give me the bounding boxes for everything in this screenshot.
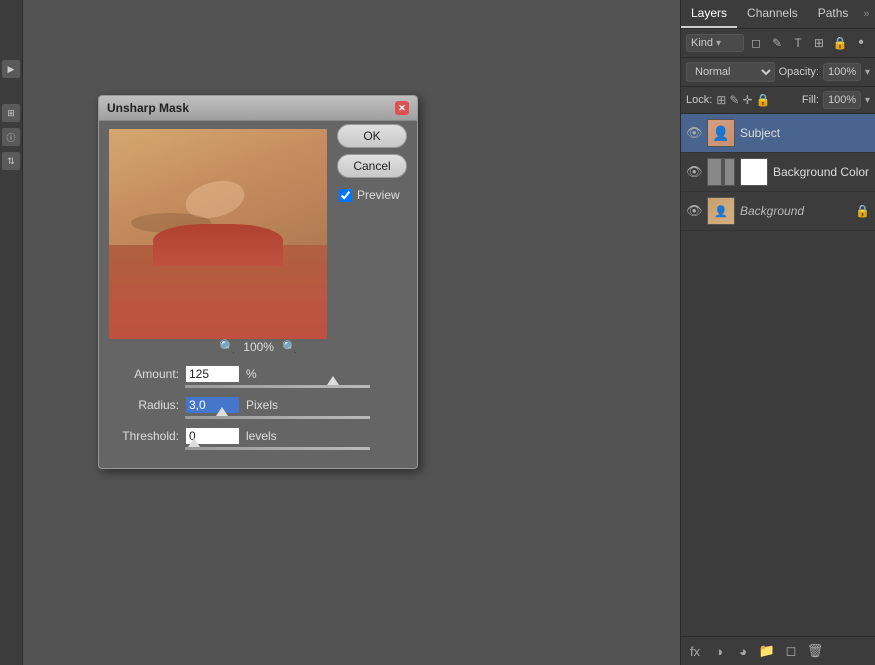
threshold-unit: levels xyxy=(246,429,277,443)
dialog-preview xyxy=(109,129,327,339)
layer-eye-subject[interactable]: 👁 xyxy=(686,125,702,141)
opacity-input[interactable] xyxy=(823,63,861,81)
lock-fill-row: Lock: ⊞ ✎ ✛ 🔒 Fill: ▾ xyxy=(681,87,875,114)
preview-label: Preview xyxy=(357,188,400,202)
lock-draw-icon[interactable]: ✎ xyxy=(729,93,739,107)
layer-thumb-bg-color xyxy=(707,158,735,186)
threshold-label: Threshold: xyxy=(109,429,179,443)
amount-label: Amount: xyxy=(109,367,179,381)
unsharp-mask-dialog: Unsharp Mask ✕ 🔍 100% 🔍 xyxy=(98,95,418,469)
filter-smart-icon[interactable]: 🔒 xyxy=(831,34,849,52)
layer-row-background[interactable]: 👁 👤 Background 🔒 xyxy=(681,192,875,231)
filter-type-icon[interactable]: T xyxy=(789,34,807,52)
toolbar-tool-1[interactable]: ▶ xyxy=(2,60,20,78)
layer-thumb-bg-color-mask xyxy=(740,158,768,186)
layer-name-subject: Subject xyxy=(740,126,870,140)
lock-move-icon[interactable]: ✛ xyxy=(742,93,752,107)
amount-slider[interactable] xyxy=(185,385,370,388)
double-arrow-icon[interactable]: » xyxy=(858,4,874,24)
layer-eye-bg-color[interactable]: 👁 xyxy=(686,164,702,180)
fill-label: Fill: xyxy=(802,94,819,106)
dialog-titlebar: Unsharp Mask ✕ xyxy=(99,96,417,121)
lock-icons: ⊞ ✎ ✛ 🔒 xyxy=(716,93,798,107)
tab-paths[interactable]: Paths xyxy=(808,0,859,28)
radius-slider-row xyxy=(109,416,407,421)
dialog-title: Unsharp Mask xyxy=(107,101,189,115)
main-area: Unsharp Mask ✕ 🔍 100% 🔍 xyxy=(23,0,875,665)
canvas-area: Unsharp Mask ✕ 🔍 100% 🔍 xyxy=(23,0,680,665)
lock-pixel-icon[interactable]: ⊞ xyxy=(716,93,726,107)
toolbar-tool-4[interactable]: ⇅ xyxy=(2,152,20,170)
delete-layer-button[interactable]: 🗑 xyxy=(805,641,825,661)
zoom-bar: 🔍 100% 🔍 xyxy=(109,339,407,355)
amount-param-row: Amount: % xyxy=(109,365,407,390)
layer-thumb-background: 👤 xyxy=(707,197,735,225)
zoom-in-icon[interactable]: 🔍 xyxy=(282,340,297,354)
layers-list: 👁 👤 Subject 👁 Background C xyxy=(681,114,875,636)
tab-layers[interactable]: Layers xyxy=(681,0,737,28)
tab-channels[interactable]: Channels xyxy=(737,0,808,28)
threshold-slider-row xyxy=(109,447,407,452)
fill-arrow[interactable]: ▾ xyxy=(865,95,870,106)
create-group-button[interactable]: 📁 xyxy=(757,641,777,661)
radius-slider[interactable] xyxy=(185,416,370,419)
fill-input[interactable] xyxy=(823,91,861,109)
panel-tabs-group: Layers Channels Paths xyxy=(681,0,858,28)
layer-thumb-subject: 👤 xyxy=(707,119,735,147)
filter-dot-icon[interactable]: • xyxy=(852,34,870,52)
lock-label: Lock: xyxy=(686,94,712,106)
panel-bottom-bar: fx ◑ ◕ 📁 ◻ 🗑 xyxy=(681,636,875,665)
params-section: Amount: % xyxy=(109,365,407,452)
layer-row-subject[interactable]: 👁 👤 Subject xyxy=(681,114,875,153)
panel-tools-row: Kind ▾ ◻ ✎ T ⊞ 🔒 • xyxy=(681,29,875,58)
radius-param-row: Radius: Pixels xyxy=(109,396,407,421)
threshold-param-row: Threshold: levels xyxy=(109,427,407,452)
layer-name-bg-color: Background Color xyxy=(773,165,870,179)
ok-button[interactable]: OK xyxy=(337,124,407,148)
layer-eye-background[interactable]: 👁 xyxy=(686,203,702,219)
blend-mode-select[interactable]: Normal xyxy=(686,62,775,82)
filter-shape-icon[interactable]: ⊞ xyxy=(810,34,828,52)
layer-name-background: Background xyxy=(740,204,850,218)
cancel-button[interactable]: Cancel xyxy=(337,154,407,178)
amount-input[interactable] xyxy=(185,365,240,383)
kind-label: Kind xyxy=(691,37,713,49)
dialog-close-button[interactable]: ✕ xyxy=(395,101,409,115)
left-toolbar: ▶ ⊞ ⓘ ⇅ xyxy=(0,0,23,665)
opacity-label: Opacity: xyxy=(779,66,819,78)
amount-unit: % xyxy=(246,367,257,381)
radius-label: Radius: xyxy=(109,398,179,412)
layer-row-bg-color[interactable]: 👁 Background Color xyxy=(681,153,875,192)
kind-select[interactable]: Kind ▾ xyxy=(686,34,744,52)
zoom-value: 100% xyxy=(243,340,274,354)
toolbar-tool-2[interactable]: ⊞ xyxy=(2,104,20,122)
zoom-out-icon[interactable]: 🔍 xyxy=(219,339,235,355)
filter-pixel-icon[interactable]: ◻ xyxy=(747,34,765,52)
layer-lock-background: 🔒 xyxy=(855,204,870,218)
amount-slider-row xyxy=(109,385,407,390)
preview-checkbox[interactable] xyxy=(339,189,352,202)
panel-header: Layers Channels Paths » xyxy=(681,0,875,29)
opacity-arrow[interactable]: ▾ xyxy=(865,67,870,78)
add-fx-button[interactable]: fx xyxy=(685,641,705,661)
layers-panel: Layers Channels Paths » Kind ▾ ◻ ✎ T ⊞ 🔒… xyxy=(680,0,875,665)
filter-adjust-icon[interactable]: ✎ xyxy=(768,34,786,52)
toolbar-tool-3[interactable]: ⓘ xyxy=(2,128,20,146)
lock-all-icon[interactable]: 🔒 xyxy=(755,93,770,107)
dialog-buttons: OK Cancel Preview xyxy=(337,124,407,202)
blend-opacity-row: Normal Opacity: ▾ xyxy=(681,58,875,87)
add-adjustment-button[interactable]: ◕ xyxy=(733,641,753,661)
threshold-slider[interactable] xyxy=(185,447,370,450)
add-mask-button[interactable]: ◑ xyxy=(709,641,729,661)
radius-unit: Pixels xyxy=(246,398,278,412)
new-layer-button[interactable]: ◻ xyxy=(781,641,801,661)
radius-input[interactable] xyxy=(185,396,240,414)
